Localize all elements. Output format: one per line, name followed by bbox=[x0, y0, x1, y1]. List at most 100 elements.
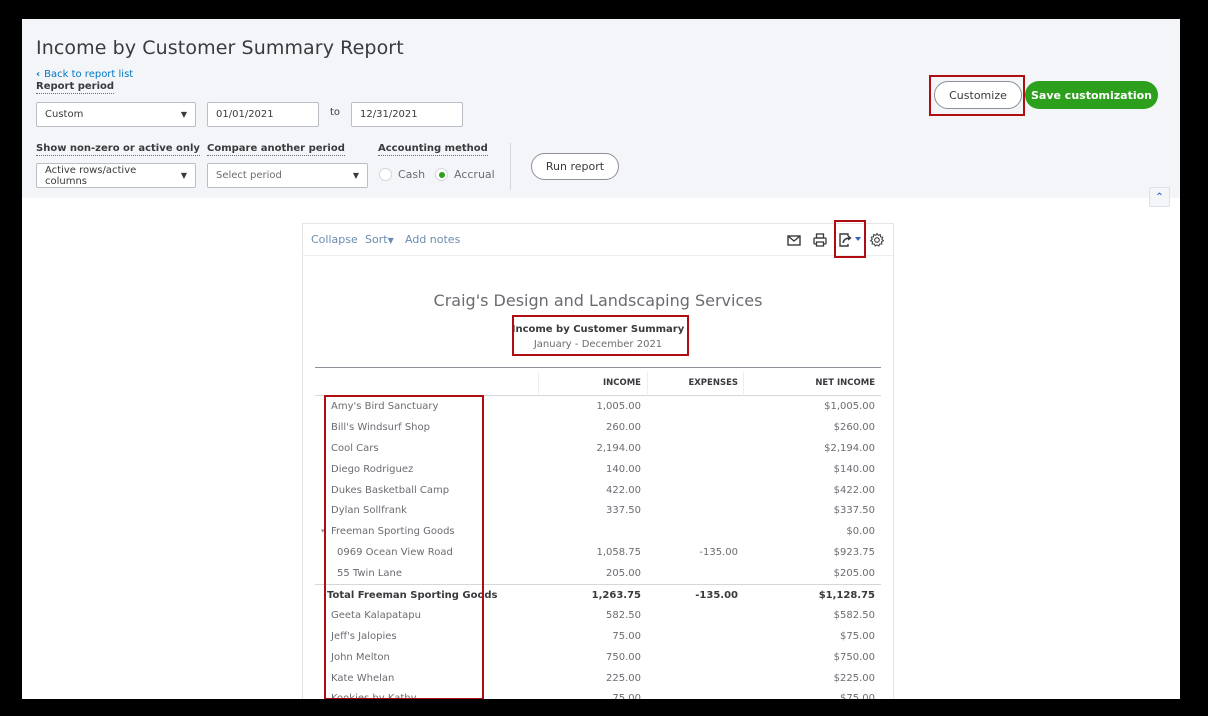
income-cell[interactable]: 422.00 bbox=[606, 485, 641, 496]
report-table: INCOME EXPENSES NET INCOME Amy's Bird Sa… bbox=[315, 367, 881, 699]
column-header-expenses[interactable]: EXPENSES bbox=[688, 378, 738, 388]
export-icon[interactable] bbox=[838, 232, 862, 248]
column-header-income[interactable]: INCOME bbox=[603, 378, 641, 388]
net-income-cell[interactable]: $0.00 bbox=[846, 526, 875, 537]
net-income-cell[interactable]: $75.00 bbox=[840, 631, 875, 642]
cash-radio[interactable]: Cash bbox=[379, 168, 425, 181]
income-cell[interactable]: 750.00 bbox=[606, 652, 641, 663]
show-nonzero-value: Active rows/active columns bbox=[45, 164, 137, 187]
table-row[interactable]: Cool Cars 2,194.00 $2,194.00 bbox=[315, 438, 881, 459]
table-row[interactable]: Diego Rodriguez 140.00 $140.00 bbox=[315, 459, 881, 480]
print-icon[interactable] bbox=[812, 232, 828, 248]
table-row[interactable]: John Melton 750.00 $750.00 bbox=[315, 647, 881, 668]
table-total-row[interactable]: Total Freeman Sporting Goods 1,263.75 -135… bbox=[315, 584, 881, 605]
customer-name-cell: John Melton bbox=[331, 651, 390, 663]
income-cell[interactable]: 1,058.75 bbox=[596, 547, 641, 558]
income-cell[interactable]: 2,194.00 bbox=[596, 443, 641, 454]
table-header: INCOME EXPENSES NET INCOME bbox=[315, 367, 881, 396]
sort-dropdown[interactable]: Sort▼ bbox=[365, 233, 394, 246]
income-cell[interactable]: 337.50 bbox=[606, 505, 641, 516]
customer-name-cell: 0969 Ocean View Road bbox=[337, 547, 453, 559]
date-to-value: 12/31/2021 bbox=[360, 109, 418, 120]
expenses-cell[interactable]: -135.00 bbox=[695, 590, 738, 601]
net-income-cell[interactable]: $225.00 bbox=[834, 673, 875, 684]
caret-down-icon: ▼ bbox=[352, 171, 359, 180]
income-cell[interactable]: 75.00 bbox=[612, 693, 641, 699]
customer-name-cell: Bill's Windsurf Shop bbox=[331, 421, 430, 433]
customer-name-cell: Geeta Kalapatapu bbox=[331, 609, 421, 621]
column-separator bbox=[538, 372, 539, 394]
customer-name-cell: Cool Cars bbox=[331, 442, 379, 454]
radio-selected-icon bbox=[435, 168, 448, 181]
net-income-cell[interactable]: $1,005.00 bbox=[824, 401, 875, 412]
email-icon[interactable] bbox=[786, 232, 802, 248]
divider bbox=[510, 143, 511, 190]
customer-name-cell: Dylan Sollfrank bbox=[331, 505, 407, 517]
expand-toggle-icon[interactable]: ▾ bbox=[321, 527, 325, 535]
table-row[interactable]: Geeta Kalapatapu 582.50 $582.50 bbox=[315, 605, 881, 626]
report-period-select[interactable]: Custom ▼ bbox=[36, 102, 196, 127]
compare-period-select[interactable]: Select period ▼ bbox=[207, 163, 368, 188]
table-row[interactable]: Bill's Windsurf Shop 260.00 $260.00 bbox=[315, 417, 881, 438]
table-row[interactable]: 0969 Ocean View Road 1,058.75 -135.00 $923.… bbox=[315, 542, 881, 563]
net-income-cell[interactable]: $75.00 bbox=[840, 693, 875, 699]
collapse-header-button[interactable]: ⌃ bbox=[1149, 187, 1170, 207]
radio-circle-icon bbox=[379, 168, 392, 181]
column-separator bbox=[743, 372, 744, 394]
income-cell[interactable]: 140.00 bbox=[606, 464, 641, 475]
to-label: to bbox=[330, 107, 341, 118]
net-income-cell[interactable]: $750.00 bbox=[834, 652, 875, 663]
settings-icon[interactable] bbox=[869, 232, 885, 248]
chevron-up-icon: ⌃ bbox=[1155, 191, 1164, 203]
income-cell[interactable]: 1,263.75 bbox=[592, 590, 641, 601]
run-report-button[interactable]: Run report bbox=[531, 153, 619, 180]
income-cell[interactable]: 75.00 bbox=[612, 631, 641, 642]
company-name: Craig's Design and Landscaping Services bbox=[433, 291, 763, 310]
report-header: Income by Customer Summary Report ‹ Back… bbox=[22, 19, 1180, 198]
accrual-radio-label: Accrual bbox=[454, 168, 495, 181]
net-income-cell[interactable]: $205.00 bbox=[834, 568, 875, 579]
accrual-radio[interactable]: Accrual bbox=[435, 168, 495, 181]
income-cell[interactable]: 260.00 bbox=[606, 422, 641, 433]
compare-period-label: Compare another period bbox=[207, 143, 345, 156]
report-panel: Collapse Sort▼ Add notes Craig's Design … bbox=[302, 220, 894, 699]
show-nonzero-select[interactable]: Active rows/active columns ▼ bbox=[36, 163, 196, 188]
table-row[interactable]: 55 Twin Lane 205.00 $205.00 bbox=[315, 563, 881, 584]
table-group-row[interactable]: ▾ Freeman Sporting Goods $0.00 bbox=[315, 521, 881, 542]
date-to-input[interactable]: 12/31/2021 bbox=[351, 102, 463, 127]
customize-button[interactable]: Customize bbox=[934, 81, 1022, 109]
net-income-cell[interactable]: $422.00 bbox=[834, 485, 875, 496]
save-customization-button[interactable]: Save customization bbox=[1025, 81, 1158, 109]
net-income-cell[interactable]: $260.00 bbox=[834, 422, 875, 433]
app-frame: Income by Customer Summary Report ‹ Back… bbox=[22, 19, 1180, 699]
customer-name-cell: Diego Rodriguez bbox=[331, 463, 414, 475]
income-cell[interactable]: 205.00 bbox=[606, 568, 641, 579]
income-cell[interactable]: 582.50 bbox=[606, 610, 641, 621]
report-period-value: Custom bbox=[45, 109, 84, 120]
column-separator bbox=[647, 372, 648, 394]
net-income-cell[interactable]: $1,128.75 bbox=[819, 590, 875, 601]
net-income-cell[interactable]: $582.50 bbox=[834, 610, 875, 621]
table-row[interactable]: Dylan Sollfrank 337.50 $337.50 bbox=[315, 500, 881, 521]
table-row[interactable]: Kate Whelan 225.00 $225.00 bbox=[315, 668, 881, 689]
caret-down-icon: ▼ bbox=[180, 110, 187, 119]
customer-name-cell: Kate Whelan bbox=[331, 672, 395, 684]
collapse-link[interactable]: Collapse bbox=[311, 233, 358, 246]
table-row[interactable]: Jeff's Jalopies 75.00 $75.00 bbox=[315, 626, 881, 647]
report-period-label: Report period bbox=[36, 81, 115, 94]
net-income-cell[interactable]: $2,194.00 bbox=[824, 443, 875, 454]
net-income-cell[interactable]: $337.50 bbox=[834, 505, 875, 516]
table-row[interactable]: Dukes Basketball Camp 422.00 $422.00 bbox=[315, 480, 881, 501]
income-cell[interactable]: 1,005.00 bbox=[596, 401, 641, 412]
table-row[interactable]: Kookies by Kathy 75.00 $75.00 bbox=[315, 688, 881, 699]
date-from-input[interactable]: 01/01/2021 bbox=[207, 102, 319, 127]
expenses-cell[interactable]: -135.00 bbox=[699, 547, 738, 558]
add-notes-link[interactable]: Add notes bbox=[405, 233, 460, 246]
column-header-net-income[interactable]: NET INCOME bbox=[815, 378, 875, 388]
income-cell[interactable]: 225.00 bbox=[606, 673, 641, 684]
back-to-report-list-link[interactable]: ‹ Back to report list bbox=[36, 69, 133, 80]
table-row[interactable]: Amy's Bird Sanctuary 1,005.00 $1,005.00 bbox=[315, 396, 881, 417]
report-period: January - December 2021 bbox=[533, 339, 663, 350]
net-income-cell[interactable]: $140.00 bbox=[834, 464, 875, 475]
net-income-cell[interactable]: $923.75 bbox=[834, 547, 875, 558]
